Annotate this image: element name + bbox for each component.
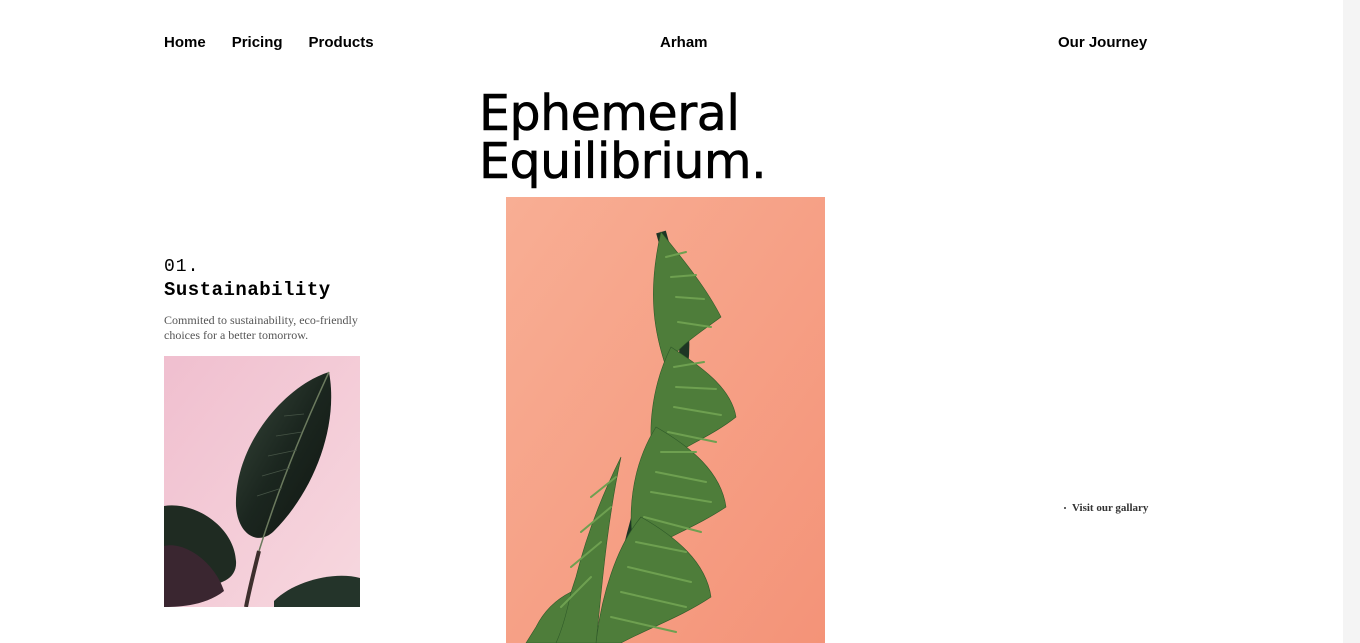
feature-heading: Sustainability: [164, 279, 331, 301]
nav-link-our-journey[interactable]: Our Journey: [1058, 34, 1147, 51]
nav-link-products[interactable]: Products: [309, 34, 374, 56]
rubber-plant-image: [164, 356, 360, 607]
nav-link-pricing[interactable]: Pricing: [232, 34, 283, 56]
visit-gallery-link[interactable]: Visit our gallary: [1064, 502, 1148, 514]
bullet-dot-icon: [1064, 507, 1066, 509]
rubber-leaf-illustration: [164, 356, 360, 607]
nav-link-home[interactable]: Home: [164, 34, 206, 56]
page: Home Pricing Products Arham Our Journey …: [0, 0, 1360, 643]
hero-title-line-1: Ephemeral: [479, 85, 741, 142]
feature-description: Commited to sustainability, eco-friendly…: [164, 313, 358, 342]
visit-gallery-label: Visit our gallary: [1072, 502, 1149, 514]
brand-logo-text[interactable]: Arham: [660, 34, 708, 51]
hero-title: Ephemeral Equilibrium.: [479, 85, 767, 190]
main-nav: Home Pricing Products: [164, 34, 374, 56]
fern-illustration: [506, 197, 825, 643]
hero-title-line-2: Equilibrium.: [479, 133, 767, 190]
page-scrollbar[interactable]: [1343, 0, 1360, 643]
fern-plant-image: [506, 197, 825, 643]
feature-number: 01.: [164, 257, 200, 277]
